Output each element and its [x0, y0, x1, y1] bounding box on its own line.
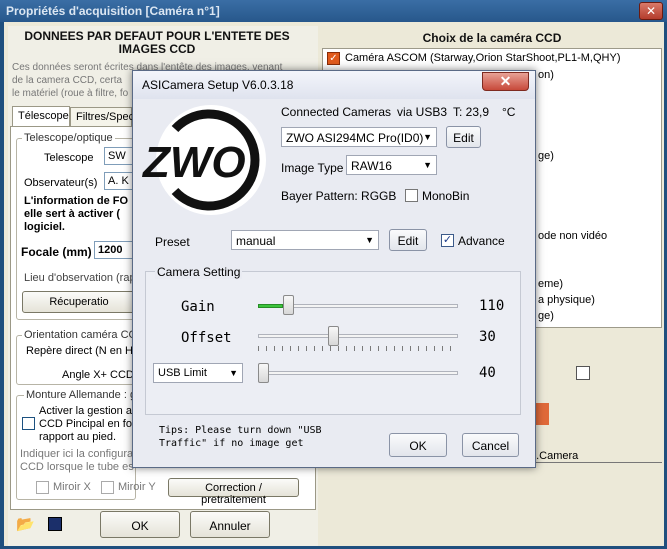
gain-fill	[258, 304, 283, 308]
usb-track	[258, 371, 458, 375]
gain-value: 110	[479, 298, 505, 314]
ok-button-bg[interactable]: OK	[100, 511, 180, 538]
focale-label: Focale (mm)	[21, 245, 92, 259]
monobin-label: MonoBin	[422, 189, 470, 203]
camera-edit-button[interactable]: Edit	[446, 126, 481, 148]
image-type-label: Image Type	[281, 161, 344, 175]
gain-thumb[interactable]	[283, 295, 294, 315]
info-line-3: logiciel.	[24, 221, 65, 233]
temp-unit: °C	[502, 105, 516, 119]
telescope-label: Telescope	[44, 152, 94, 164]
usb-thumb[interactable]	[258, 363, 269, 383]
camera-item-4[interactable]: eme)	[538, 278, 563, 290]
camera-footer: 2.Camera	[530, 450, 579, 462]
indiquer-line-1: Indiquer ici la configura	[20, 448, 134, 460]
info-line-1: L'information de FO	[24, 195, 129, 207]
save-icon[interactable]	[48, 517, 62, 531]
observateur-label: Observateur(s)	[24, 177, 98, 189]
camera-item-1[interactable]: on)	[538, 69, 554, 81]
close-icon: ✕	[499, 73, 512, 89]
correction-button[interactable]: Correction / pretraitement	[168, 478, 299, 506]
offset-thumb[interactable]	[328, 326, 339, 346]
observateur-field[interactable]: A. K	[104, 172, 134, 190]
annuler-button[interactable]: Annuler	[190, 511, 270, 538]
open-folder-icon[interactable]: 📂	[16, 515, 35, 533]
camera-item-2[interactable]: ge)	[538, 150, 554, 162]
camera-select[interactable]: ZWO ASI294MC Pro(ID0) ▼	[281, 127, 437, 147]
chevron-down-icon: ▼	[423, 132, 432, 142]
bayer-pattern: Bayer Pattern: RGGB	[281, 189, 397, 203]
lieu-label: Lieu d'observation (rap	[24, 272, 136, 284]
camera-setting-label: Camera Setting	[155, 265, 243, 279]
intro-line-3: le matériel (roue à filtre, fo	[12, 88, 129, 99]
recuperation-button[interactable]: Récuperatio	[22, 291, 136, 313]
usb-limit-value: USB Limit	[158, 367, 207, 379]
preset-value: manual	[236, 234, 276, 248]
tab-filtres[interactable]: Filtres/Spec	[70, 107, 134, 127]
check-icon: ✓	[442, 234, 453, 246]
offset-track	[258, 334, 458, 338]
miroir-x-label: Miroir X	[53, 481, 91, 493]
usb-label: via USB3	[397, 105, 448, 119]
cancel-button[interactable]: Cancel	[462, 433, 519, 457]
offset-label: Offset	[181, 330, 232, 346]
activer-line-3: rapport au pied.	[39, 431, 117, 443]
camera-item-6[interactable]: ge)	[538, 310, 554, 322]
logo-text: ZWO	[141, 138, 246, 187]
camera-item-5[interactable]: a physique)	[538, 294, 595, 306]
telescope-field[interactable]: SW	[104, 147, 134, 165]
gain-label: Gain	[181, 299, 215, 315]
angle-label: Angle X+ CCD	[62, 369, 134, 381]
offset-value: 30	[479, 329, 496, 345]
close-icon: ✕	[645, 4, 657, 18]
zwo-logo: ZWO	[141, 105, 266, 215]
asicamera-dialog: ASICamera Setup V6.0.3.18 ✕ ZWO Connecte…	[132, 70, 536, 468]
repere-text: Repère direct (N en H	[26, 345, 133, 357]
info-line-2: elle sert à activer (	[24, 208, 121, 220]
camera-item-ascom[interactable]: Caméra ASCOM (Starway,Orion StarShoot,PL…	[345, 52, 621, 64]
tips-text: Tips: Please turn down "USB Traffic" if …	[159, 425, 322, 449]
indiquer-line-2: CCD lorsque le tube es	[20, 461, 134, 473]
right-header: Choix de la caméra CCD	[422, 31, 562, 45]
temp-label: T: 23,9	[453, 105, 490, 119]
usb-value: 40	[479, 365, 496, 381]
background-close-button[interactable]: ✕	[639, 2, 663, 20]
advance-label: Advance	[458, 234, 505, 248]
preset-select[interactable]: manual ▼	[231, 230, 379, 250]
dialog-close-button[interactable]: ✕	[482, 72, 529, 91]
background-window-title: Propriétés d'acquisition [Caméra n°1]	[6, 4, 220, 18]
usb-limit-select[interactable]: USB Limit ▼	[153, 363, 243, 383]
activer-line-1: Activer la gestion a	[39, 405, 132, 417]
camera-item-3[interactable]: ode non vidéo	[538, 230, 607, 242]
intro-line-2: de la camera CCD, certa	[12, 75, 123, 86]
dialog-title: ASICamera Setup V6.0.3.18	[133, 71, 535, 99]
miroir-y-label: Miroir Y	[118, 481, 156, 493]
left-header: DONNEES PAR DEFAUT POUR L'ENTETE DES IMA…	[24, 29, 290, 56]
preset-edit-button[interactable]: Edit	[389, 229, 427, 251]
background-window-titlebar: Propriétés d'acquisition [Caméra n°1]	[0, 0, 667, 22]
image-type-value: RAW16	[351, 159, 392, 173]
camera-select-value: ZWO ASI294MC Pro(ID0)	[286, 131, 424, 145]
chevron-down-icon: ▼	[229, 368, 238, 378]
check-icon[interactable]: ✓	[327, 52, 340, 65]
right-checkbox[interactable]	[576, 366, 590, 380]
image-type-select[interactable]: RAW16 ▼	[346, 155, 437, 175]
activer-line-2: CCD Pincipal en fo	[39, 418, 132, 430]
focale-field[interactable]: 1200	[94, 241, 134, 259]
miroir-y-checkbox[interactable]	[101, 481, 114, 494]
orientation-group-label: Orientation caméra CCD	[22, 329, 147, 341]
tab-telescope[interactable]: Télescope	[12, 106, 70, 126]
chevron-down-icon: ▼	[423, 160, 432, 170]
miroir-x-checkbox[interactable]	[36, 481, 49, 494]
offset-ticks	[258, 346, 458, 351]
preset-label: Preset	[155, 235, 190, 249]
connected-label: Connected Cameras	[281, 105, 392, 119]
chevron-down-icon: ▼	[365, 235, 374, 245]
monobin-checkbox[interactable]	[405, 189, 418, 202]
activer-checkbox[interactable]	[22, 417, 35, 430]
ok-button[interactable]: OK	[389, 433, 447, 457]
monture-group-label: Monture Allemande : g	[24, 389, 139, 401]
telescope-group-label: Telescope/optique	[22, 132, 115, 144]
advance-checkbox[interactable]: ✓	[441, 234, 454, 247]
